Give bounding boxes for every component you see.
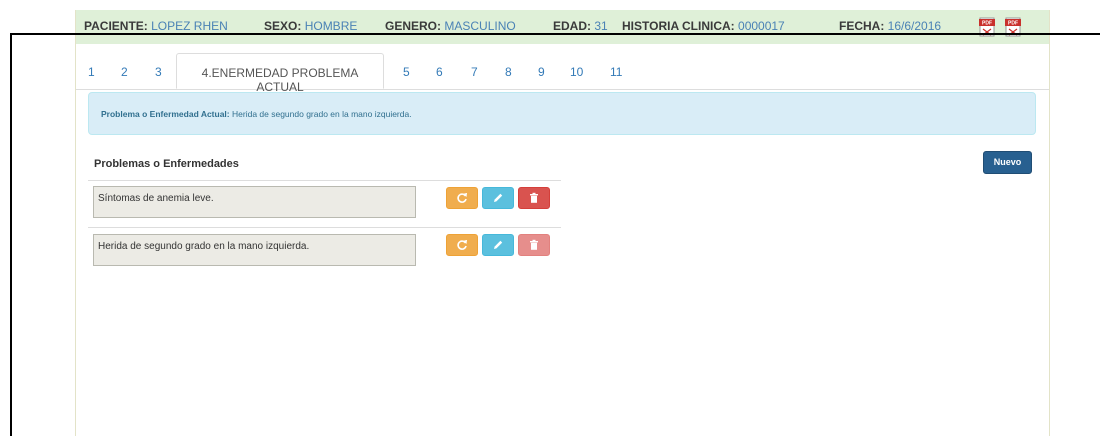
patient-info-bar: PACIENTE: LOPEZ RHEN SEXO: HOMBRE GENERO… xyxy=(76,10,1049,44)
tab-3[interactable]: 3 xyxy=(155,65,162,79)
patient-sex: SEXO: HOMBRE xyxy=(264,19,357,33)
patient-sex-label: SEXO: xyxy=(264,19,302,33)
current-problem-alert: Problema o Enfermedad Actual: Herida de … xyxy=(88,92,1036,135)
tab-2[interactable]: 2 xyxy=(121,65,128,79)
tab-9[interactable]: 9 xyxy=(538,65,545,79)
refresh-button[interactable] xyxy=(446,187,478,209)
edit-button[interactable] xyxy=(482,187,514,209)
patient-gender: GENERO: MASCULINO xyxy=(385,19,516,33)
patient-history: HISTORIA CLINICA: 0000017 xyxy=(622,19,785,33)
pencil-icon xyxy=(494,240,503,249)
trash-icon xyxy=(530,239,538,250)
section-title: Problemas o Enfermedades xyxy=(94,158,239,170)
frame-top-border xyxy=(10,33,1100,35)
svg-text:PDF: PDF xyxy=(982,21,992,27)
patient-date-label: FECHA: xyxy=(839,19,885,33)
delete-button[interactable] xyxy=(518,187,550,209)
tab-6[interactable]: 6 xyxy=(436,65,443,79)
list-divider xyxy=(88,227,561,228)
list-divider xyxy=(88,180,561,181)
tab-bar: 1 2 3 4.ENERMEDAD PROBLEMA ACTUAL 5 6 7 … xyxy=(76,53,1049,94)
patient-age: EDAD: 31 xyxy=(553,19,608,33)
refresh-icon xyxy=(457,192,467,203)
tab-1[interactable]: 1 xyxy=(88,65,95,79)
delete-button-disabled[interactable] xyxy=(518,234,550,256)
tab-11[interactable]: 11 xyxy=(610,65,622,79)
patient-age-label: EDAD: xyxy=(553,19,591,33)
patient-age-value: 31 xyxy=(594,19,608,33)
tab-4-active[interactable]: 4.ENERMEDAD PROBLEMA ACTUAL xyxy=(176,53,384,94)
current-problem-label: Problema o Enfermedad Actual: xyxy=(101,109,230,119)
tab-8[interactable]: 8 xyxy=(505,65,512,79)
patient-gender-label: GENERO: xyxy=(385,19,442,33)
tab-7[interactable]: 7 xyxy=(471,65,478,79)
tab-10[interactable]: 10 xyxy=(570,65,583,79)
pencil-icon xyxy=(494,193,503,202)
patient-history-value: 0000017 xyxy=(738,19,785,33)
svg-text:PDF: PDF xyxy=(1008,21,1018,27)
problem-entry: Síntomas de anemia leve. xyxy=(93,186,416,218)
patient-name: PACIENTE: LOPEZ RHEN xyxy=(84,19,228,33)
current-problem-text: Herida de segundo grado en la mano izqui… xyxy=(232,109,412,119)
tab-5[interactable]: 5 xyxy=(403,65,410,79)
patient-date: FECHA: 16/6/2016 xyxy=(839,19,941,33)
patient-name-value: LOPEZ RHEN xyxy=(151,19,228,33)
trash-icon xyxy=(530,192,538,203)
new-button[interactable]: Nuevo xyxy=(983,151,1032,174)
refresh-button[interactable] xyxy=(446,234,478,256)
frame-left-border xyxy=(10,33,12,436)
patient-date-value: 16/6/2016 xyxy=(887,19,942,33)
problem-entry: Herida de segundo grado en la mano izqui… xyxy=(93,234,416,266)
tab-4-label: 4.ENERMEDAD PROBLEMA ACTUAL xyxy=(201,66,359,94)
patient-panel: PACIENTE: LOPEZ RHEN SEXO: HOMBRE GENERO… xyxy=(75,10,1050,436)
refresh-icon xyxy=(457,239,467,250)
patient-sex-value: HOMBRE xyxy=(304,19,358,33)
patient-name-label: PACIENTE: xyxy=(84,19,148,33)
patient-gender-value: MASCULINO xyxy=(444,19,516,33)
edit-button[interactable] xyxy=(482,234,514,256)
patient-history-label: HISTORIA CLINICA: xyxy=(622,19,735,33)
